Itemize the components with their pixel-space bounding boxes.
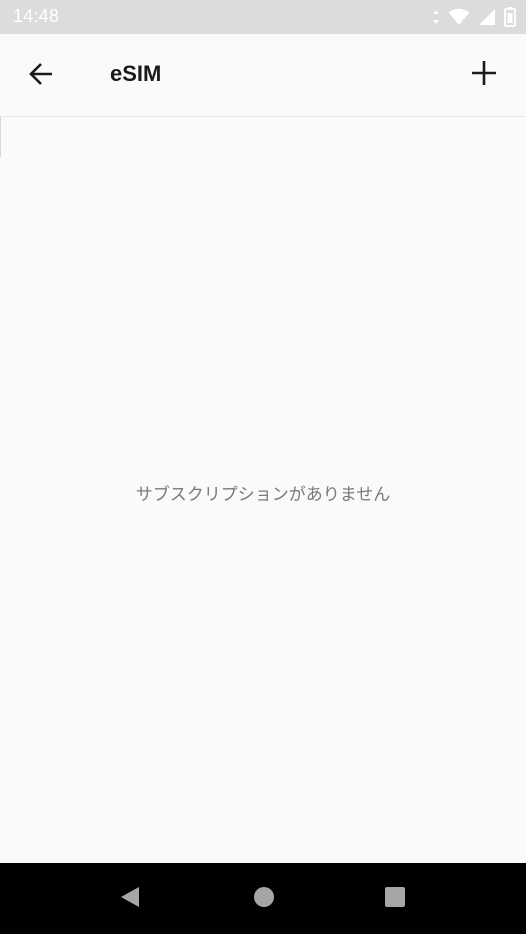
nav-back-button[interactable] (112, 881, 148, 917)
battery-icon (504, 7, 516, 27)
cell-signal-icon (478, 8, 496, 26)
nav-recents-icon (384, 886, 406, 912)
status-icons: 5 (432, 7, 516, 27)
svg-text:5: 5 (462, 18, 466, 26)
arrow-left-icon (28, 61, 54, 91)
plus-icon (471, 60, 497, 90)
status-time: 14:48 (13, 6, 60, 26)
nav-home-icon (253, 886, 275, 912)
add-esim-button[interactable] (463, 54, 505, 96)
nav-recents-button[interactable] (377, 881, 413, 917)
esim-screen: 14:48 5 eSIM サブスクリプションがありません (0, 0, 526, 934)
data-arrows-icon (432, 9, 440, 25)
back-button[interactable] (20, 55, 62, 97)
nav-home-button[interactable] (246, 881, 282, 917)
status-bar: 14:48 5 (0, 0, 526, 34)
divider (0, 117, 1, 157)
empty-state-message: サブスクリプションがありません (135, 485, 391, 505)
toolbar: eSIM (0, 34, 526, 117)
page-title: eSIM (110, 61, 162, 86)
nav-back-icon (119, 885, 141, 913)
wifi-icon: 5 (448, 8, 470, 26)
navigation-bar (0, 863, 526, 934)
